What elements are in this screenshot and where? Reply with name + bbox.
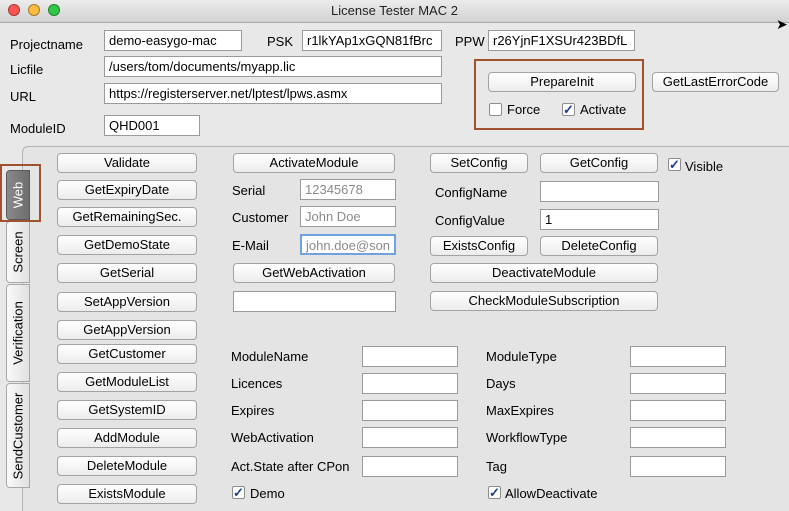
getsystemid-button[interactable]: GetSystemID (57, 400, 197, 420)
configname-field[interactable] (540, 181, 659, 202)
demo-checkbox[interactable]: ✓ (232, 486, 245, 499)
deactivatemodule-button[interactable]: DeactivateModule (430, 263, 658, 283)
licfile-field[interactable]: /users/tom/documents/myapp.lic (104, 56, 442, 77)
actstate-field[interactable] (362, 456, 458, 477)
activatemodule-button[interactable]: ActivateModule (233, 153, 395, 173)
moduleid-field[interactable]: QHD001 (104, 115, 200, 136)
licences-field[interactable] (362, 373, 458, 394)
getlasterrorcode-button[interactable]: GetLastErrorCode (652, 72, 779, 92)
days-label: Days (486, 376, 516, 391)
projectname-field[interactable]: demo-easygo-mac (104, 30, 242, 51)
window-title: License Tester MAC 2 (331, 3, 458, 18)
customer-field[interactable]: John Doe (300, 206, 396, 227)
prepareinit-highlight (474, 59, 644, 130)
licences-label: Licences (231, 376, 283, 391)
expires-field[interactable] (362, 400, 458, 421)
getexpirydate-button[interactable]: GetExpiryDate (57, 180, 197, 200)
tab-web-highlight (0, 164, 41, 222)
psk-label: PSK (267, 34, 294, 49)
deleteconfig-button[interactable]: DeleteConfig (540, 236, 658, 256)
setappversion-button[interactable]: SetAppVersion (57, 292, 197, 312)
customer-label: Customer (232, 210, 289, 225)
tag-label: Tag (486, 459, 507, 474)
mouse-cursor-icon: ➤ (776, 16, 788, 32)
visible-label: Visible (685, 159, 724, 174)
licfile-label: Licfile (10, 62, 44, 77)
allowdeactivate-checkbox[interactable]: ✓ (488, 486, 501, 499)
webactivation-field[interactable] (362, 427, 458, 448)
psk-field[interactable]: r1lkYAp1xGQN81fBrc (302, 30, 442, 51)
moduleid-label: ModuleID (10, 121, 66, 136)
force-checkbox[interactable] (489, 103, 502, 116)
setconfig-button[interactable]: SetConfig (430, 153, 528, 173)
tab-screen[interactable]: Screen (6, 221, 30, 283)
tag-field[interactable] (630, 456, 726, 477)
modulename-field[interactable] (362, 346, 458, 367)
tab-sendcustomer[interactable]: SendCustomer (6, 383, 30, 488)
configname-label: ConfigName (435, 185, 508, 200)
activate-checkbox[interactable]: ✓ (562, 103, 575, 116)
existsconfig-button[interactable]: ExistsConfig (430, 236, 528, 256)
serial-label: Serial (232, 183, 266, 198)
tab-verification[interactable]: Verification (6, 284, 30, 382)
existsmodule-button[interactable]: ExistsModule (57, 484, 197, 504)
getwebactivation-button[interactable]: GetWebActivation (233, 263, 395, 283)
webactivation-result-field[interactable] (233, 291, 396, 312)
visible-checkbox[interactable]: ✓ (668, 158, 681, 171)
getserial-button[interactable]: GetSerial (57, 263, 197, 283)
getcustomer-button[interactable]: GetCustomer (57, 344, 197, 364)
activate-label: Activate (580, 102, 627, 117)
getmodulelist-button[interactable]: GetModuleList (57, 372, 197, 392)
email-field[interactable]: john.doe@son (300, 234, 396, 255)
allowdeactivate-label: AllowDeactivate (505, 486, 598, 501)
checkmodulesubscription-button[interactable]: CheckModuleSubscription (430, 291, 658, 311)
configvalue-label: ConfigValue (435, 213, 505, 228)
projectname-label: Projectname (10, 37, 83, 52)
maxexpires-label: MaxExpires (486, 403, 554, 418)
modulename-label: ModuleName (231, 349, 309, 364)
webactivation-label: WebActivation (231, 430, 314, 445)
demo-label: Demo (250, 486, 285, 501)
getremainingsec-button[interactable]: GetRemainingSec. (57, 207, 197, 227)
url-field[interactable]: https://registerserver.net/lptest/lpws.a… (104, 83, 442, 104)
force-label: Force (507, 102, 541, 117)
workflowtype-field[interactable] (630, 427, 726, 448)
prepareinit-button[interactable]: PrepareInit (488, 72, 636, 92)
getappversion-button[interactable]: GetAppVersion (57, 320, 197, 340)
email-label: E-Mail (232, 238, 269, 253)
getdemostate-button[interactable]: GetDemoState (57, 235, 197, 255)
validate-button[interactable]: Validate (57, 153, 197, 173)
configvalue-field[interactable]: 1 (540, 209, 659, 230)
deletemodule-button[interactable]: DeleteModule (57, 456, 197, 476)
expires-label: Expires (231, 403, 275, 418)
workflowtype-label: WorkflowType (486, 430, 568, 445)
moduletype-field[interactable] (630, 346, 726, 367)
days-field[interactable] (630, 373, 726, 394)
ppw-label: PPW (455, 34, 485, 49)
addmodule-button[interactable]: AddModule (57, 428, 197, 448)
url-label: URL (10, 89, 37, 104)
actstate-label: Act.State after CPon (231, 459, 350, 474)
getconfig-button[interactable]: GetConfig (540, 153, 658, 173)
maxexpires-field[interactable] (630, 400, 726, 421)
moduletype-label: ModuleType (486, 349, 557, 364)
serial-field[interactable]: 12345678 (300, 179, 396, 200)
ppw-field[interactable]: r26YjnF1XSUr423BDfL (488, 30, 635, 51)
